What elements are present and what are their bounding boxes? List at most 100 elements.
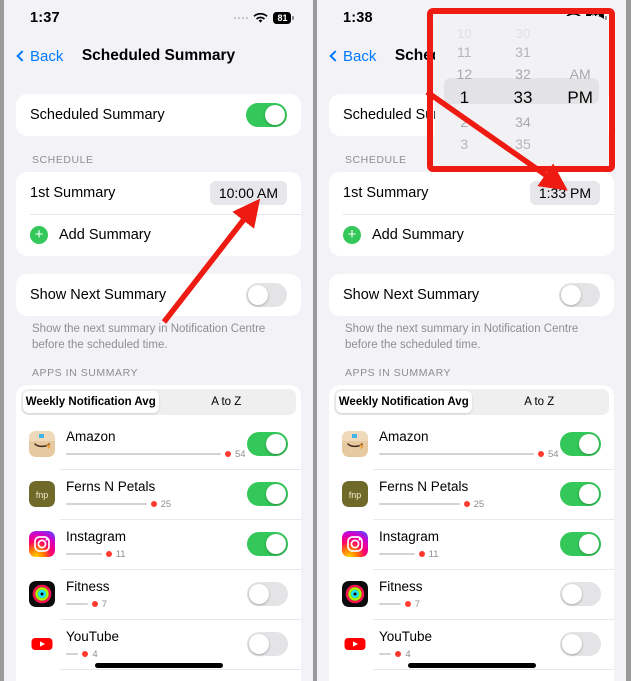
hour-option-above2[interactable]: 10 [457, 27, 471, 41]
app-toggle[interactable] [247, 532, 288, 557]
app-row[interactable]: fnp Ferns N Petals 25 [16, 469, 301, 519]
instagram-icon [342, 531, 368, 558]
notification-average-bar: 11 [379, 549, 560, 560]
hour-option-below[interactable]: 2 [460, 111, 468, 133]
app-toggle[interactable] [247, 632, 288, 657]
status-bar-time: 1:38 [343, 10, 373, 26]
first-summary-time-pill[interactable]: 10:00 AM [209, 181, 287, 205]
right-edge-gutter [626, 0, 630, 681]
add-summary-row[interactable]: + Add Summary [16, 214, 301, 256]
time-picker-wheel[interactable]: 10 11 12 1 2 3 30 31 32 33 34 35 AM PM [435, 16, 608, 166]
youtube-icon [342, 631, 368, 658]
show-next-summary-row[interactable]: Show Next Summary [16, 274, 301, 316]
notification-count: 25 [160, 498, 172, 510]
app-row[interactable]: Twitter3 [329, 669, 614, 681]
notification-average-bar: 7 [66, 598, 247, 610]
hour-option-selected[interactable]: 1 [460, 85, 469, 111]
app-row[interactable]: Instagram 11 [16, 519, 301, 569]
first-summary-row[interactable]: 1st Summary 1:33 PM [329, 172, 614, 214]
app-toggle[interactable] [560, 432, 601, 457]
scheduled-summary-toggle[interactable] [246, 103, 287, 127]
home-indicator [94, 663, 223, 668]
first-summary-row[interactable]: 1st Summary 10:00 AM [16, 172, 301, 214]
app-name: Ferns N Petals [66, 479, 156, 495]
svg-text:fnp: fnp [349, 490, 362, 500]
app-name: Amazon [66, 429, 116, 445]
notification-count: 4 [92, 648, 98, 660]
bar-end-dot [82, 651, 89, 658]
app-toggle[interactable] [560, 632, 601, 657]
ampm-wheel[interactable]: AM PM [552, 16, 608, 166]
back-button[interactable]: Back [329, 48, 376, 65]
sort-segmented-control[interactable]: Weekly Notification Avg A to Z [21, 389, 296, 416]
notification-count: 7 [101, 598, 107, 610]
segment-weekly-notification-avg[interactable]: Weekly Notification Avg [23, 391, 159, 414]
app-info: Instagram 11 [66, 529, 247, 560]
app-name: Ferns N Petals [379, 479, 469, 495]
app-row[interactable]: Amazon 54 [329, 419, 614, 469]
app-row[interactable]: fnp Ferns N Petals 25 [329, 469, 614, 519]
minute-option-above[interactable]: 32 [515, 63, 531, 85]
segment-weekly-notification-avg[interactable]: Weekly Notification Avg [336, 391, 472, 414]
app-toggle[interactable] [560, 582, 601, 607]
youtube-icon [29, 631, 55, 658]
bar-track [66, 552, 102, 556]
ampm-option-above[interactable]: AM [570, 63, 591, 85]
minute-option-below[interactable]: 34 [515, 111, 531, 133]
scheduled-summary-row[interactable]: Scheduled Summary [16, 94, 301, 136]
first-summary-time-pill[interactable]: 1:33 PM [529, 181, 600, 205]
minute-option-selected[interactable]: 33 [514, 85, 533, 111]
ampm-option-selected[interactable]: PM [567, 85, 593, 111]
app-name: Fitness [66, 579, 110, 595]
sort-segmented-control[interactable]: Weekly Notification Avg A to Z [334, 389, 609, 416]
notification-average-bar: 25 [66, 498, 247, 510]
plus-circle-icon: + [30, 226, 48, 244]
bar-track [66, 502, 147, 506]
show-next-summary-toggle[interactable] [246, 283, 287, 307]
wifi-icon [253, 12, 269, 24]
bar-end-dot [395, 651, 402, 658]
sort-segmented-control-wrapper: Weekly Notification Avg A to Z [329, 385, 614, 420]
app-row[interactable]: YouTube 4 [329, 619, 614, 669]
back-button[interactable]: Back [16, 48, 63, 65]
app-row[interactable]: Fitness 7 [16, 569, 301, 619]
notification-average-bar: 7 [379, 599, 560, 610]
add-summary-row[interactable]: + Add Summary [329, 214, 614, 256]
app-row[interactable]: Amazon 54 [16, 419, 301, 469]
app-toggle[interactable] [560, 532, 601, 557]
app-info: YouTube 4 [379, 629, 560, 660]
minute-option-below2[interactable]: 35 [515, 133, 531, 155]
bar-track [379, 502, 460, 506]
app-info: Amazon 54 [66, 429, 247, 460]
app-row[interactable]: Twitter3 [16, 669, 301, 681]
show-next-summary-toggle[interactable] [559, 283, 600, 307]
app-toggle[interactable] [560, 482, 601, 507]
hour-option-above1[interactable]: 11 [457, 41, 472, 63]
hour-option-below2[interactable]: 3 [460, 133, 468, 155]
minute-wheel[interactable]: 30 31 32 33 34 35 [494, 16, 553, 166]
app-row[interactable]: Fitness 7 [329, 569, 614, 619]
app-row[interactable]: Instagram 11 [329, 519, 614, 569]
app-toggle[interactable] [247, 432, 288, 457]
app-info: Ferns N Petals 25 [379, 479, 560, 510]
hour-option-above[interactable]: 12 [457, 63, 473, 85]
schedule-section-header: SCHEDULE [32, 154, 94, 166]
show-next-summary-label: Show Next Summary [30, 287, 167, 303]
app-toggle[interactable] [247, 482, 288, 507]
show-next-card: Show Next Summary [329, 274, 614, 316]
first-summary-label: 1st Summary [30, 185, 116, 201]
minute-option-above1[interactable]: 31 [515, 41, 531, 63]
segment-a-to-z[interactable]: A to Z [159, 391, 295, 413]
bar-track [379, 452, 534, 456]
hour-wheel[interactable]: 10 11 12 1 2 3 [435, 16, 494, 166]
minute-option-above2[interactable]: 30 [516, 27, 530, 41]
show-next-summary-row[interactable]: Show Next Summary [329, 274, 614, 316]
app-name: YouTube [66, 629, 120, 645]
fnp-icon: fnp [29, 481, 55, 508]
show-next-card: Show Next Summary [16, 274, 301, 316]
master-toggle-card: Scheduled Summary [16, 94, 301, 136]
app-row[interactable]: YouTube 4 [16, 619, 301, 669]
app-toggle[interactable] [247, 582, 288, 607]
notification-average-bar: 11 [66, 549, 247, 560]
segment-a-to-z[interactable]: A to Z [472, 391, 608, 413]
